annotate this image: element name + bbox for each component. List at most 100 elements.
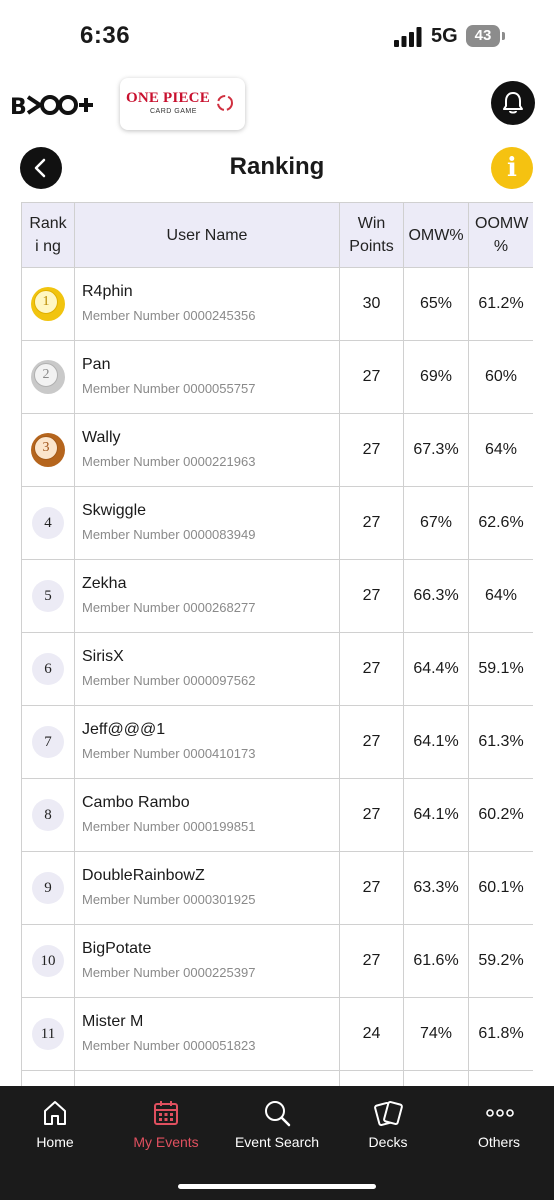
header-user-name: User Name [74, 202, 340, 268]
oomw-value: 61.3% [468, 705, 533, 779]
bell-icon [503, 92, 523, 114]
member-number: Member Number 0000221963 [82, 454, 256, 469]
win-points: 27 [339, 705, 404, 779]
table-row[interactable]: 8 Cambo Rambo Member Number 0000199851 2… [21, 778, 533, 852]
table-row[interactable]: 1 R4phin Member Number 0000245356 30 65%… [21, 267, 533, 341]
search-icon [265, 1101, 291, 1127]
user-name: Zekha [82, 575, 127, 592]
status-bar: 6:36 5G 43 [0, 0, 554, 70]
member-number: Member Number 0000245356 [82, 308, 256, 323]
user-cell: BigPotate Member Number 0000225397 [74, 924, 340, 998]
calendar-icon [154, 1101, 178, 1125]
win-points: 27 [339, 559, 404, 633]
header-win-points: Win Points [339, 202, 404, 268]
user-cell: Skwiggle Member Number 0000083949 [74, 486, 340, 560]
header-oomw: OOMW % [468, 202, 533, 268]
bcg-plus-logo: B [10, 95, 93, 120]
tab-others-label: Others [477, 1134, 520, 1150]
battery-icon: 43 [466, 25, 500, 47]
page-title: Ranking [229, 153, 325, 180]
header-rank-label: Ranki ng [29, 215, 67, 255]
table-row[interactable]: 11 Mister M Member Number 0000051823 24 … [21, 997, 533, 1071]
header-omw: OMW% [403, 202, 469, 268]
win-points: 27 [339, 340, 404, 414]
win-points: 27 [339, 632, 404, 706]
table-row[interactable]: 3 Wally Member Number 0000221963 27 67.3… [21, 413, 533, 487]
bronze-medal-icon: 3 [31, 433, 65, 467]
tab-event-search[interactable]: Event Search [222, 1086, 332, 1166]
one-piece-logo-title: ONE PIECE [126, 90, 210, 106]
oomw-value: 61.2% [468, 267, 533, 341]
info-button[interactable]: i [491, 147, 533, 189]
user-name: Skwiggle [82, 502, 147, 519]
user-cell: DoubleRainbowZ Member Number 0000301925 [74, 851, 340, 925]
rank-cell: 3 [21, 413, 75, 487]
empty-cell [468, 1070, 533, 1086]
table-row[interactable]: 5 Zekha Member Number 0000268277 27 66.3… [21, 559, 533, 633]
header-win-label: Win Points [349, 215, 394, 255]
empty-cell [74, 1070, 340, 1086]
oomw-value: 60.1% [468, 851, 533, 925]
user-name: DoubleRainbowZ [82, 867, 205, 884]
rank-cell: 5 [21, 559, 75, 633]
rank-cell: 11 [21, 997, 75, 1071]
gold-medal-icon: 1 [31, 287, 65, 321]
rank-cell: 10 [21, 924, 75, 998]
home-indicator[interactable] [178, 1184, 376, 1189]
user-cell: Pan Member Number 0000055757 [74, 340, 340, 414]
rank-number: 10 [32, 945, 64, 977]
omw-value: 67% [403, 486, 469, 560]
rank-cell: 2 [21, 340, 75, 414]
one-piece-logo: ONE PIECE CARD GAME [120, 78, 245, 130]
silver-medal-icon: 2 [31, 360, 65, 394]
table-row[interactable]: 2 Pan Member Number 0000055757 27 69% 60… [21, 340, 533, 414]
table-row[interactable]: 9 DoubleRainbowZ Member Number 000030192… [21, 851, 533, 925]
bottom-tab-bar: Home My Events Event Search Decks Others [0, 1086, 554, 1200]
omw-value: 74% [403, 997, 469, 1071]
tab-decks-label: Decks [368, 1134, 408, 1150]
user-cell: Cambo Rambo Member Number 0000199851 [74, 778, 340, 852]
rank-number: 6 [32, 653, 64, 685]
more-icon [486, 1109, 514, 1117]
win-points: 30 [339, 267, 404, 341]
win-points: 24 [339, 997, 404, 1071]
rank-number: 3 [34, 436, 58, 460]
user-cell: Mister M Member Number 0000051823 [74, 997, 340, 1071]
oomw-value: 59.1% [468, 632, 533, 706]
status-time: 6:36 [80, 22, 131, 49]
oomw-value: 64% [468, 413, 533, 487]
rank-number: 1 [34, 290, 58, 314]
omw-value: 63.3% [403, 851, 469, 925]
rank-number: 7 [32, 726, 64, 758]
svg-text:B: B [10, 95, 27, 120]
empty-cell [339, 1070, 404, 1086]
win-points: 27 [339, 924, 404, 998]
tab-others[interactable]: Others [444, 1086, 554, 1166]
rank-number: 2 [34, 363, 58, 387]
table-row[interactable]: 6 SirisX Member Number 0000097562 27 64.… [21, 632, 533, 706]
notification-button[interactable] [491, 81, 535, 125]
rank-cell: 6 [21, 632, 75, 706]
rank-number: 8 [32, 799, 64, 831]
member-number: Member Number 0000199851 [82, 819, 256, 834]
tab-decks[interactable]: Decks [333, 1086, 443, 1166]
table-row[interactable]: 4 Skwiggle Member Number 0000083949 27 6… [21, 486, 533, 560]
tab-home[interactable]: Home [0, 1086, 110, 1166]
oomw-value: 59.2% [468, 924, 533, 998]
user-cell: SirisX Member Number 0000097562 [74, 632, 340, 706]
omw-value: 61.6% [403, 924, 469, 998]
table-row[interactable]: 7 Jeff@@@1 Member Number 0000410173 27 6… [21, 705, 533, 779]
omw-value: 65% [403, 267, 469, 341]
win-points: 27 [339, 851, 404, 925]
empty-cell [21, 1070, 75, 1086]
tab-my-events[interactable]: My Events [111, 1086, 221, 1166]
omw-value: 64.1% [403, 778, 469, 852]
member-number: Member Number 0000301925 [82, 892, 256, 907]
omw-value: 69% [403, 340, 469, 414]
rank-number: 11 [32, 1018, 64, 1050]
rank-cell: 8 [21, 778, 75, 852]
oomw-value: 60.2% [468, 778, 533, 852]
ranking-table-container[interactable]: Ranki ng User Name Win Points OMW% OOMW … [21, 202, 533, 1086]
table-row[interactable]: 10 BigPotate Member Number 0000225397 27… [21, 924, 533, 998]
table-row-partial[interactable] [21, 1070, 533, 1086]
